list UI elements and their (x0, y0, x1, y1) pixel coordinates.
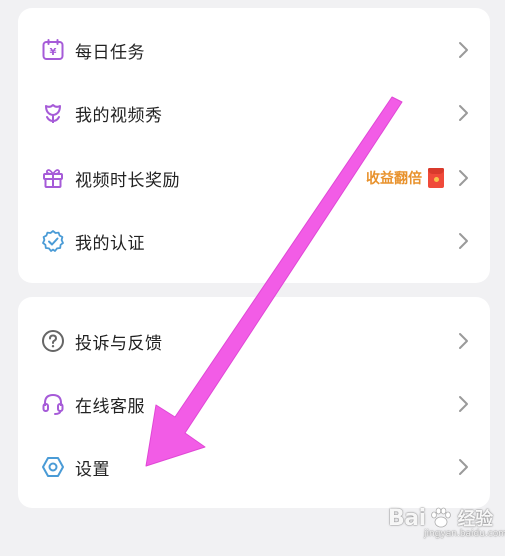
double-earnings-badge: 收益翻倍 (366, 171, 422, 187)
menu-item-my-verification[interactable]: 我的认证 (18, 213, 490, 269)
menu-item-label: 视频时长奖励 (75, 170, 180, 191)
settings-hexagon-icon (40, 454, 66, 480)
menu-item-my-video-show[interactable]: 我的视频秀 (18, 85, 490, 141)
flower-icon (40, 100, 66, 126)
menu-card-secondary: 投诉与反馈 在线客服 设置 (18, 297, 490, 508)
watermark-subtext: jingyan.baidu.com (424, 529, 505, 539)
chevron-right-icon (459, 233, 468, 249)
paw-logo-icon (430, 507, 451, 528)
menu-item-label: 设置 (75, 459, 110, 480)
chevron-right-icon (459, 170, 468, 186)
chevron-right-icon (459, 42, 468, 58)
menu-item-video-duration-reward[interactable]: 视频时长奖励 收益翻倍 (18, 150, 490, 206)
menu-item-label: 每日任务 (75, 42, 145, 63)
watermark-text-left: Bai (388, 505, 426, 531)
verified-badge-icon (40, 228, 66, 254)
menu-item-daily-tasks[interactable]: ¥ 每日任务 (18, 22, 490, 78)
chevron-right-icon (459, 333, 468, 349)
headset-icon (40, 391, 66, 417)
question-circle-icon (40, 328, 66, 354)
calendar-yen-icon: ¥ (40, 37, 66, 63)
watermark-text-right: 经验 (457, 509, 494, 530)
menu-item-label: 在线客服 (75, 396, 145, 417)
menu-item-settings[interactable]: 设置 (18, 439, 490, 495)
red-packet-icon (428, 168, 444, 188)
menu-item-complaint-feedback[interactable]: 投诉与反馈 (18, 313, 490, 369)
menu-item-label: 我的认证 (75, 233, 145, 254)
baidu-jingyan-watermark: Bai 经验 jingyan.baidu.com (388, 505, 505, 540)
svg-text:¥: ¥ (50, 47, 57, 58)
menu-item-label: 我的视频秀 (75, 105, 163, 126)
chevron-right-icon (459, 105, 468, 121)
menu-item-online-customer-service[interactable]: 在线客服 (18, 376, 490, 432)
menu-item-label: 投诉与反馈 (75, 333, 163, 354)
chevron-right-icon (459, 459, 468, 475)
gift-icon (40, 165, 66, 191)
chevron-right-icon (459, 396, 468, 412)
menu-card-primary: ¥ 每日任务 我的视频秀 视频时长奖励 收益翻倍 我的认证 (18, 8, 490, 283)
